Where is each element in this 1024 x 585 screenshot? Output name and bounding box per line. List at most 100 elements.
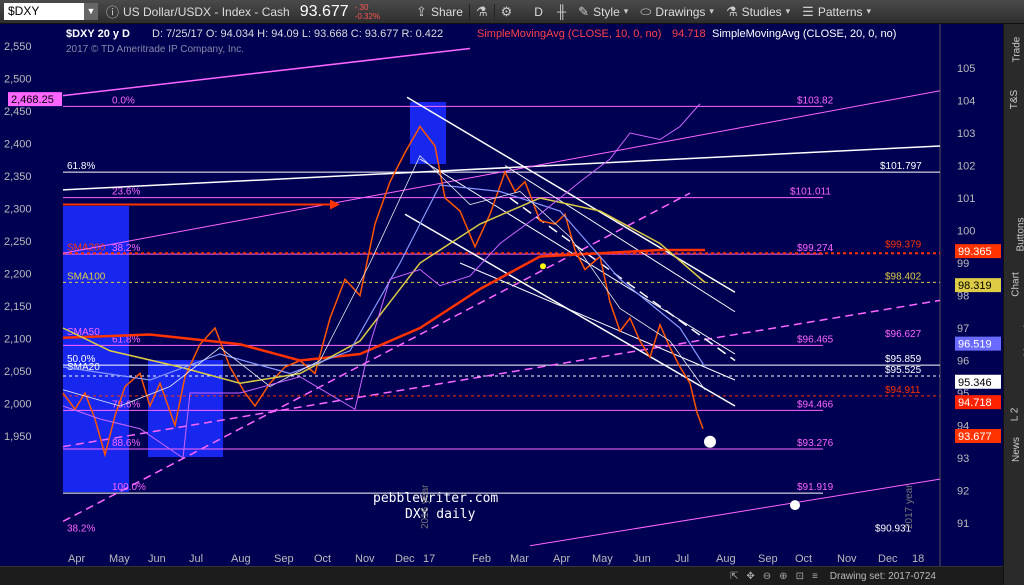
- left-axis-tick: 1,950: [4, 431, 32, 443]
- left-price-badge-text: 2,468.25: [11, 94, 54, 106]
- left-axis-tick: 2,000: [4, 399, 32, 411]
- price-badge-text: 96.519: [958, 339, 992, 351]
- level-label: $94.911: [885, 385, 921, 396]
- patterns-label: Patterns: [817, 4, 863, 19]
- right-axis-tick: 102: [957, 161, 975, 173]
- left-axis-tick: 2,350: [4, 171, 32, 183]
- left-axis-tick: 2,050: [4, 366, 32, 378]
- chevron-down-icon: ▾: [623, 6, 629, 16]
- menu-icon[interactable]: ≡: [812, 571, 818, 582]
- side-tab-buttons[interactable]: Buttons: [1004, 218, 1024, 252]
- left-axis-tick: 2,450: [4, 106, 32, 118]
- year-tag: 2016 year: [420, 484, 431, 529]
- patterns-button[interactable]: ☰ Patterns ▾: [802, 4, 871, 20]
- trend-line: [529, 478, 941, 547]
- flask-icon[interactable]: ⚗: [476, 4, 488, 20]
- right-axis-tick: 97: [957, 323, 969, 335]
- price-badge-text: 98.319: [958, 280, 992, 292]
- drawing-set-label[interactable]: Drawing set: 2017-0724: [830, 571, 936, 582]
- x-axis-tick: Aug: [716, 553, 736, 565]
- price-chart[interactable]: 2,550 2,500 2,450 2,400 2,350 2,300 2,250 2,200…: [0, 24, 1003, 570]
- bottom-bar: ⇱ ✥ ⊖ ⊕ ⊡ ≡ Drawing set: 2017-0724: [0, 566, 1003, 585]
- side-tab-news[interactable]: News: [1004, 437, 1024, 462]
- x-axis-tick: 18: [912, 553, 924, 565]
- right-axis-tick: 92: [957, 486, 969, 498]
- pen-icon: ✎: [578, 3, 590, 19]
- side-tab-active-trader[interactable]: Active Trader: [1004, 154, 1024, 165]
- share-button[interactable]: ⇪ Share: [416, 4, 463, 20]
- target-marker: [790, 500, 800, 511]
- period-button[interactable]: D: [534, 5, 543, 19]
- last-price: 93.677: [299, 2, 349, 20]
- info-icon[interactable]: ⓘ: [106, 2, 119, 21]
- side-tab-label: L 2: [1009, 407, 1020, 422]
- symbol-dropdown-icon[interactable]: ▼: [84, 3, 98, 20]
- fib-label: 88.6%: [112, 438, 140, 449]
- price-change-pct: -0.32%: [354, 11, 381, 21]
- studies-button[interactable]: ⚗ Studies ▾: [726, 4, 790, 20]
- level-label: $103.82: [797, 95, 834, 106]
- x-axis-tick: Oct: [795, 553, 812, 565]
- x-axis-tick: Nov: [837, 553, 857, 565]
- pan-icon[interactable]: ✥: [746, 571, 754, 582]
- trend-line: [459, 262, 736, 381]
- studies-label: Studies: [741, 4, 782, 19]
- x-axis-tick: Feb: [472, 553, 491, 565]
- price-badge-text: 93.677: [958, 431, 992, 443]
- drawings-button[interactable]: ⬭ Drawings ▾: [640, 4, 714, 20]
- divider: [493, 3, 495, 20]
- level-label: $93.276: [797, 438, 834, 449]
- x-axis-tick: May: [109, 553, 130, 565]
- side-tab-trade[interactable]: Trade: [1004, 37, 1024, 63]
- zoom-out-icon[interactable]: ⊖: [763, 571, 771, 582]
- level-label: $95.525: [885, 365, 922, 376]
- price-badge-text: 95.346: [958, 377, 992, 389]
- sma-label: SMA20: [67, 362, 100, 373]
- chart-panel[interactable]: 2,550 2,500 2,450 2,400 2,350 2,300 2,250 2,200…: [0, 24, 1003, 570]
- x-axis-tick: Dec: [395, 553, 415, 565]
- arrow-head: [330, 199, 340, 210]
- fib-label: 38.2%: [67, 523, 95, 534]
- right-axis-tick: 96: [957, 356, 969, 368]
- drawings-icon: ⬭: [640, 3, 652, 19]
- side-tab-t-s[interactable]: T&S: [1004, 90, 1024, 109]
- price-badge-text: 99.365: [958, 246, 992, 258]
- right-axis-tick: 93: [957, 453, 969, 465]
- right-axis-tick: 101: [957, 193, 975, 205]
- right-axis-tick: 100: [957, 226, 975, 238]
- left-axis-tick: 2,300: [4, 204, 32, 216]
- side-tab-dashboard[interactable]: Dashboard: [1004, 325, 1024, 374]
- x-axis-tick: Jul: [675, 553, 689, 565]
- right-axis-tick: 98: [957, 291, 969, 303]
- fib-label: 38.2%: [112, 243, 140, 254]
- side-tab-l-2[interactable]: L 2: [1004, 407, 1024, 422]
- left-axis-tick: 2,400: [4, 139, 32, 151]
- side-tab-chart[interactable]: Chart: [1004, 272, 1024, 296]
- gear-icon[interactable]: ⚙: [501, 4, 513, 20]
- chevron-down-icon: ▾: [866, 6, 872, 16]
- style-button[interactable]: ✎ Style ▾: [578, 4, 628, 20]
- side-tab-bar: Trade T&S Active Trader Buttons Chart Dashboa…: [1003, 24, 1024, 585]
- zoom-in-icon[interactable]: ⊕: [779, 571, 787, 582]
- x-axis-tick: Sep: [274, 553, 294, 565]
- sma10-study-value: 94.718: [672, 28, 706, 40]
- expand-icon[interactable]: ⇱: [730, 571, 738, 582]
- symbol-input[interactable]: $DXY ▼: [4, 3, 98, 20]
- chart-type-icon[interactable]: ╫: [557, 4, 566, 19]
- target-marker: [704, 435, 716, 448]
- x-axis-tick: Jun: [148, 553, 166, 565]
- sma10-study-label: SimpleMovingAvg (CLOSE, 10, 0, no): [477, 28, 661, 40]
- left-axis-tick: 2,200: [4, 269, 32, 281]
- side-tab-label: Buttons: [1015, 217, 1024, 252]
- right-axis-tick: 99: [957, 258, 969, 270]
- year-tag: 2017 year: [904, 484, 915, 529]
- trend-line: [62, 47, 471, 97]
- side-tab-label: Chart: [1010, 272, 1022, 297]
- price-badge-text: 94.718: [958, 397, 992, 409]
- fit-icon[interactable]: ⊡: [796, 571, 804, 582]
- symbol-text: $DXY: [8, 4, 40, 18]
- ohlc-readout: D: 7/25/17 O: 94.034 H: 94.09 L: 93.668 …: [152, 28, 443, 40]
- sma20-study-label: SimpleMovingAvg (CLOSE, 20, 0, no): [712, 28, 896, 40]
- patterns-icon: ☰: [802, 3, 814, 19]
- left-axis-tick: 2,150: [4, 301, 32, 313]
